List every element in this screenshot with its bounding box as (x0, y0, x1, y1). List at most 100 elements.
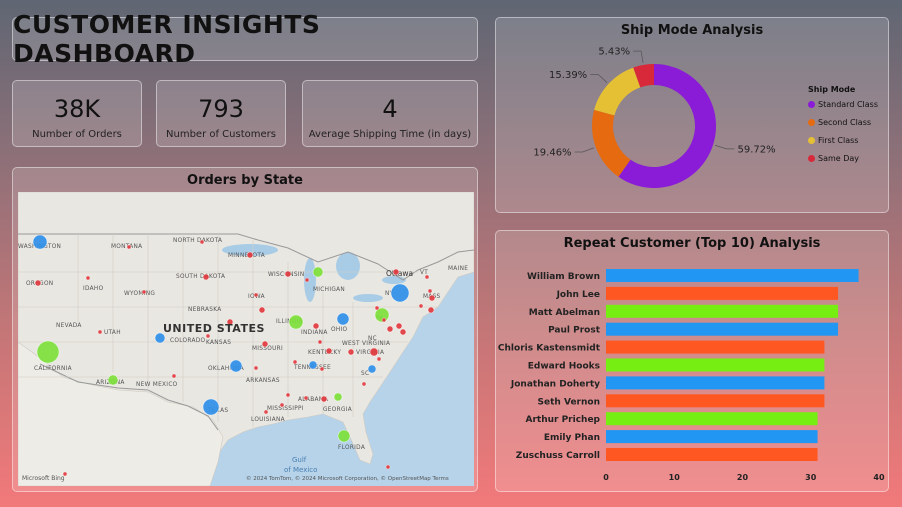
bar-paul-prost[interactable] (606, 322, 839, 336)
map-marker-green[interactable] (312, 266, 324, 278)
map-marker-green[interactable] (333, 392, 343, 402)
map-marker-red[interactable] (369, 347, 379, 357)
map-label-michigan: MICHIGAN (313, 287, 345, 293)
map-marker-red[interactable] (85, 275, 91, 281)
map-marker-red[interactable] (319, 366, 325, 372)
donut-slice-first-class[interactable] (594, 67, 641, 116)
map-marker-red[interactable] (325, 347, 333, 355)
map-marker-red[interactable] (141, 289, 147, 295)
map-marker-red[interactable] (392, 268, 400, 276)
bar-edward-hooks[interactable] (606, 358, 825, 372)
legend-item-standard-class[interactable]: Standard Class (808, 100, 878, 109)
orders-map[interactable]: WASHINGTONMONTANANORTH DAKOTAMINNESOTAOR… (18, 192, 474, 486)
map-marker-green[interactable] (288, 314, 304, 330)
bar-label-arthur-prichep: Arthur Prichep (525, 415, 600, 425)
map-marker-blue[interactable] (336, 312, 350, 326)
map-marker-red[interactable] (427, 306, 435, 314)
map-label-mississippi: MISSISSIPPI (267, 406, 304, 412)
map-marker-green[interactable] (107, 374, 119, 386)
lake-huron (336, 252, 360, 280)
legend-dot-standard-class (808, 101, 815, 108)
map-marker-red[interactable] (399, 328, 407, 336)
map-marker-red[interactable] (171, 373, 177, 379)
kpi-card-shipping-time[interactable]: 4 Average Shipping Time (in days) (302, 80, 478, 147)
x-tick-0: 0 (603, 473, 609, 482)
map-label-south-dakota: SOUTH DAKOTA (176, 274, 225, 280)
map-marker-red[interactable] (361, 381, 367, 387)
map-marker-green[interactable] (337, 429, 351, 443)
map-marker-red[interactable] (279, 402, 285, 408)
kpi-value-shipping-time: 4 (382, 95, 398, 123)
map-marker-red[interactable] (258, 306, 266, 314)
map-marker-red[interactable] (424, 274, 430, 280)
map-marker-red[interactable] (320, 395, 328, 403)
map-marker-red[interactable] (376, 356, 382, 362)
x-tick-20: 20 (737, 473, 749, 482)
bar-zuschuss-carroll[interactable] (606, 448, 818, 461)
kpi-card-customers[interactable]: 793 Number of Customers (156, 80, 286, 147)
map-marker-red[interactable] (263, 409, 269, 415)
map-marker-red[interactable] (284, 270, 292, 278)
map-marker-red[interactable] (34, 279, 42, 287)
map-marker-blue[interactable] (390, 283, 410, 303)
dashboard-title: CUSTOMER INSIGHTS DASHBOARD (13, 10, 321, 68)
map-marker-red[interactable] (317, 339, 323, 345)
map-marker-red[interactable] (292, 359, 298, 365)
donut-label-first-class: 15.39% (549, 70, 587, 81)
map-marker-red[interactable] (418, 303, 424, 309)
bar-label-edward-hooks: Edward Hooks (528, 362, 600, 372)
dashboard-title-card: CUSTOMER INSIGHTS DASHBOARD (12, 10, 478, 68)
map-marker-red[interactable] (381, 317, 387, 323)
map-marker-red[interactable] (385, 464, 391, 470)
map-marker-green[interactable] (36, 340, 60, 364)
map-attribution[interactable]: © 2024 TomTom, © 2024 Microsoft Corporat… (246, 475, 449, 482)
orders-by-state-panel: Orders by State W (12, 167, 478, 492)
map-marker-red[interactable] (347, 348, 355, 356)
map-marker-red[interactable] (428, 294, 436, 302)
map-marker-red[interactable] (427, 288, 433, 294)
map-marker-red[interactable] (374, 305, 380, 311)
map-marker-red[interactable] (386, 325, 394, 333)
bar-chloris-kastensmidt[interactable] (606, 340, 825, 354)
map-marker-red[interactable] (199, 239, 205, 245)
map-marker-blue[interactable] (308, 360, 318, 370)
map-marker-red[interactable] (285, 392, 291, 398)
map-marker-red[interactable] (395, 322, 403, 330)
map-marker-blue[interactable] (229, 359, 243, 373)
map-marker-red[interactable] (126, 244, 132, 250)
map-marker-blue[interactable] (202, 398, 220, 416)
bar-william-brown[interactable] (606, 269, 859, 282)
ship-mode-donut-chart[interactable]: 59.72% 19.46% 15.39% 5.43% (496, 18, 890, 214)
map-marker-red[interactable] (312, 322, 320, 330)
legend-dot-first-class (808, 137, 815, 144)
bar-seth-vernon[interactable] (606, 394, 825, 408)
legend-item-second-class[interactable]: Second Class (808, 118, 871, 127)
bar-arthur-prichep[interactable] (606, 412, 818, 426)
map-marker-blue[interactable] (367, 364, 377, 374)
bar-emily-phan[interactable] (606, 430, 818, 444)
kpi-card-orders[interactable]: 38K Number of Orders (12, 80, 142, 147)
donut-slice-second-class[interactable] (592, 109, 631, 177)
map-marker-red[interactable] (253, 365, 259, 371)
bar-matt-abelman[interactable] (606, 304, 839, 318)
map-marker-red[interactable] (304, 277, 310, 283)
map-marker-blue[interactable] (32, 234, 48, 250)
map-label-kansas: KANSAS (206, 340, 231, 346)
bar-jonathan-doherty[interactable] (606, 376, 825, 390)
bar-john-lee[interactable] (606, 286, 839, 300)
map-label-florida: FLORIDA (338, 445, 365, 451)
map-marker-red[interactable] (253, 292, 259, 298)
legend-item-first-class[interactable]: First Class (808, 136, 858, 145)
map-marker-red[interactable] (303, 395, 309, 401)
repeat-customer-bar-chart[interactable]: William Brown John Lee Matt Abelman Paul Pr… (496, 231, 890, 493)
donut-leader-same-day (633, 50, 644, 63)
map-marker-red[interactable] (246, 251, 254, 259)
x-tick-40: 40 (873, 473, 885, 482)
map-marker-red[interactable] (202, 273, 210, 281)
legend-item-same-day[interactable]: Same Day (808, 154, 859, 163)
map-marker-red[interactable] (97, 329, 103, 335)
map-canvas[interactable]: WASHINGTONMONTANANORTH DAKOTAMINNESOTAOR… (18, 192, 474, 486)
ship-mode-legend-title: Ship Mode (808, 85, 856, 94)
map-marker-red[interactable] (261, 340, 269, 348)
donut-leader-standard-class (714, 144, 735, 150)
